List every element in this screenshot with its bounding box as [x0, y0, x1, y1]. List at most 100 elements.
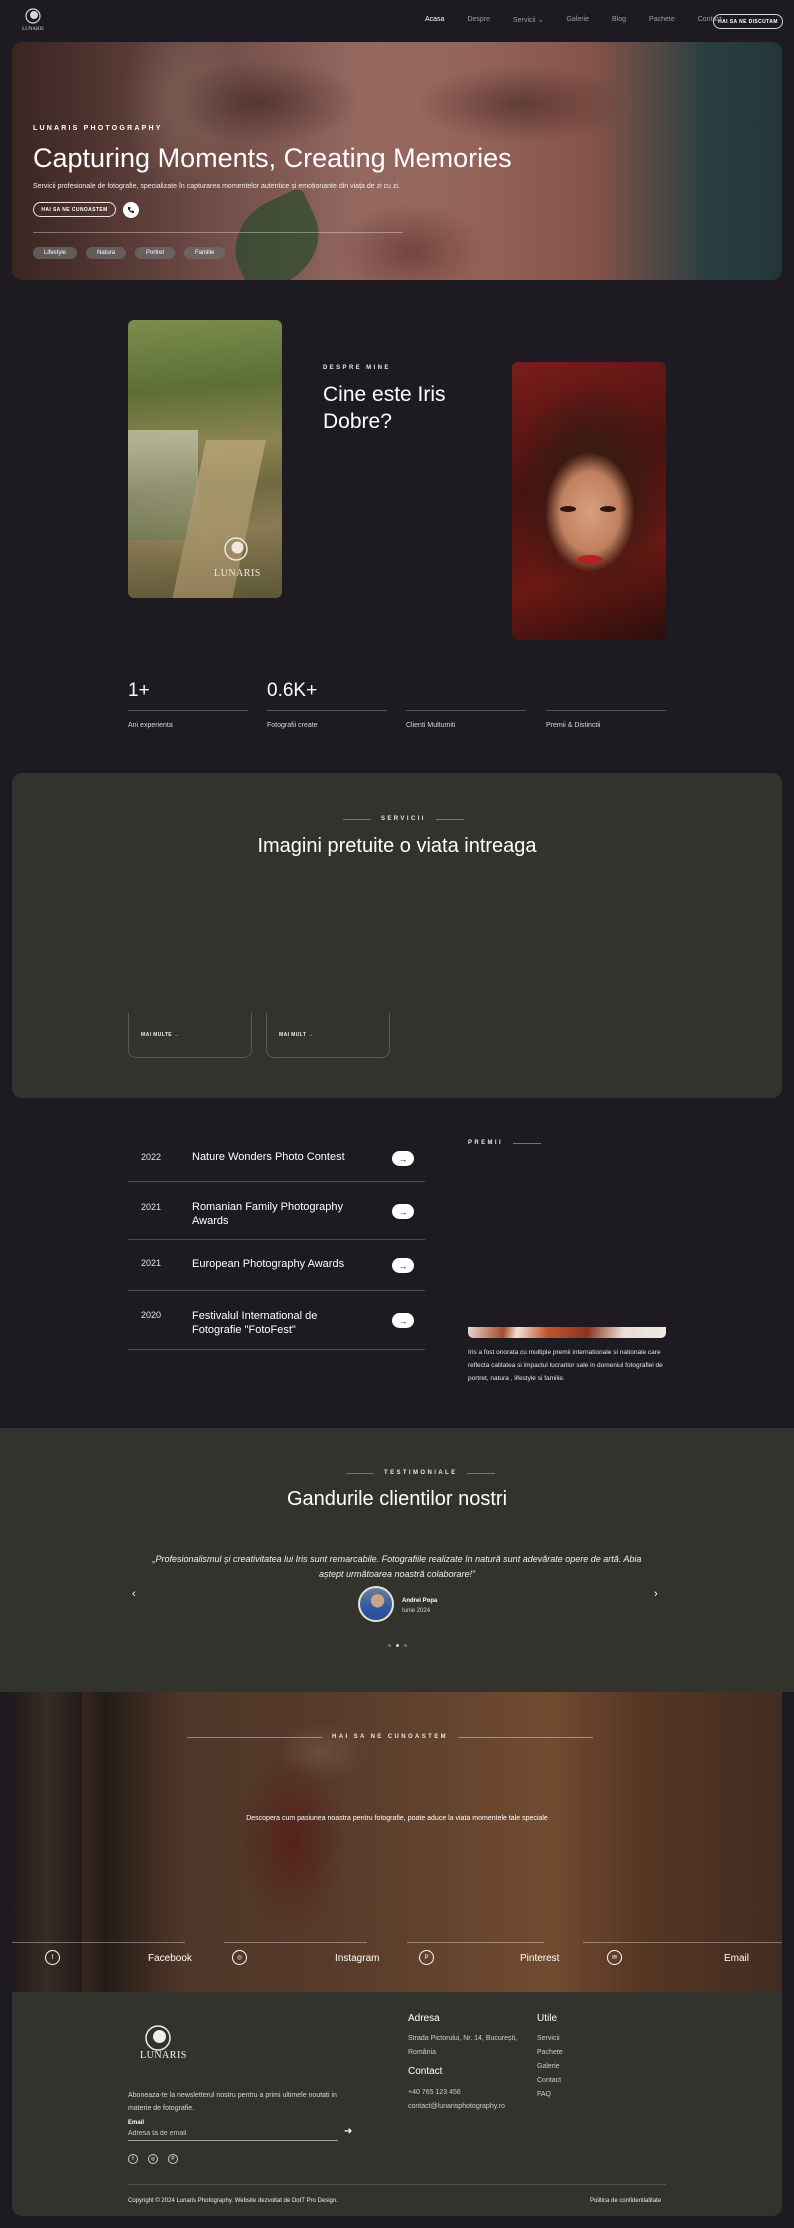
hero-tags: Lifestyle Natura Portret Familie	[33, 247, 226, 259]
chevron-right-icon[interactable]: ›	[654, 1588, 658, 1600]
carousel-dots	[388, 1644, 407, 1647]
about-eyebrow: DESPRE MINE	[323, 365, 391, 371]
nav-link-despre[interactable]: Despre	[467, 16, 490, 24]
stat-value: 0.6K+	[267, 680, 318, 701]
footer-logo-text: LUNARIS	[140, 2050, 187, 2061]
services-title: Imagini pretuite o viata intreaga	[257, 835, 537, 857]
arrow-right-icon: →	[398, 1260, 408, 1271]
testimonial-date: Iunie 2024	[402, 1608, 431, 1614]
service-card[interactable]: MAI MULTE →	[128, 1013, 252, 1058]
logo[interactable]: LUNARIS	[20, 6, 46, 32]
pinterest-icon: P	[419, 1950, 434, 1965]
footer-link-servicii[interactable]: Servicii	[537, 2032, 563, 2046]
nav-link-servicii[interactable]: Servicii ⌄	[513, 16, 543, 24]
hero-cta-button[interactable]: HAI SA NE CUNOASTEM	[33, 202, 116, 217]
logo-text: LUNARIS	[22, 27, 44, 32]
phone-button[interactable]	[123, 202, 139, 218]
social-pinterest[interactable]: P Pinterest	[419, 1950, 579, 1968]
facebook-icon[interactable]: f	[128, 2154, 138, 2164]
footer-link-galerie[interactable]: Galerie	[537, 2060, 563, 2074]
about-portrait-image	[512, 362, 666, 640]
email-text[interactable]: contact@lunarisphotography.ro	[408, 2100, 505, 2114]
hero-subtitle: Servicii profesionale de fotografie, spe…	[33, 183, 400, 190]
footer-link-pachete[interactable]: Pachete	[537, 2046, 563, 2060]
footer-link-faq[interactable]: FAQ	[537, 2088, 563, 2102]
carousel-dot[interactable]	[404, 1644, 407, 1647]
award-item: 2021 Romanian Family Photography Awards …	[128, 1182, 425, 1240]
arrow-right-icon[interactable]: ➜	[344, 2126, 352, 2137]
footer-socials: f ◎ P	[128, 2154, 178, 2164]
pinterest-icon[interactable]: P	[168, 2154, 178, 2164]
arrow-right-icon: →	[398, 1206, 408, 1217]
testimonials-title: Gandurile clientilor nostri	[286, 1488, 508, 1510]
services-eyebrow-text: SERVICII	[381, 816, 426, 822]
testimonial-quote: „Profesionalismul și creativitatea lui I…	[152, 1554, 642, 1579]
social-label: Pinterest	[520, 1953, 560, 1964]
tag-lifestyle[interactable]: Lifestyle	[33, 247, 78, 259]
award-year: 2020	[141, 1310, 162, 1320]
carousel-dot[interactable]	[396, 1644, 399, 1647]
stat-awards: Premii & Distinctii	[546, 680, 666, 729]
footer: LUNARIS Aboneaza-te la newsletterul nost…	[12, 1992, 782, 2216]
email-icon: ✉	[607, 1950, 622, 1965]
banner-text: Descopera cum pasiunea noastra pentru fo…	[246, 1815, 548, 1822]
instagram-icon[interactable]: ◎	[148, 2154, 158, 2164]
tag-familie[interactable]: Familie	[184, 247, 226, 259]
award-year: 2022	[141, 1152, 162, 1162]
award-arrow-button[interactable]: →	[392, 1258, 414, 1273]
award-arrow-button[interactable]: →	[392, 1204, 414, 1219]
stat-label: Ani experienta	[128, 722, 173, 729]
address-text: Strada Pictorului, Nr. 14, București, Ro…	[408, 2035, 517, 2056]
awards-description: Iris a fost onorata cu multiple premii i…	[468, 1349, 663, 1382]
avatar	[358, 1586, 394, 1622]
chevron-left-icon[interactable]: ‹	[132, 1588, 136, 1600]
awards-image	[468, 1327, 666, 1338]
instagram-icon: ◎	[232, 1950, 247, 1965]
stat-label: Clienti Multumiti	[406, 722, 456, 729]
social-facebook[interactable]: f Facebook	[45, 1950, 205, 1968]
nav-link-blog[interactable]: Blog	[612, 16, 626, 24]
arrow-right-icon: →	[398, 1315, 408, 1326]
banner-eyebrow-text: HAI SA NE CUNOASTEM	[332, 1734, 449, 1740]
award-name: Festivalul International de Fotografie "…	[192, 1310, 318, 1336]
social-label: Email	[724, 1953, 750, 1964]
award-arrow-button[interactable]: →	[392, 1313, 414, 1328]
useful-links: Servicii Pachete Galerie Contact FAQ	[537, 2032, 563, 2102]
nav-link-acasa[interactable]: Acasa	[425, 16, 444, 24]
stat-label: Premii & Distinctii	[546, 722, 601, 729]
privacy-link[interactable]: Politica de confidentialitate	[590, 2198, 661, 2204]
award-arrow-button[interactable]: →	[392, 1151, 414, 1166]
hero: LUNARIS PHOTOGRAPHY Capturing Moments, C…	[12, 42, 782, 280]
footer-link-contact[interactable]: Contact	[537, 2074, 563, 2088]
stat-clients: Clienti Multumiti	[406, 680, 526, 729]
nav-link-galerie[interactable]: Galerie	[566, 16, 589, 24]
tag-portret[interactable]: Portret	[135, 247, 176, 259]
stat-photos: 0.6K+ Fotografii create	[267, 680, 387, 729]
facebook-icon: f	[45, 1950, 60, 1965]
nav-cta-button[interactable]: HAI SA NE DISCUTAM	[713, 14, 783, 29]
logo-moon-icon: LUNARIS	[22, 8, 44, 32]
arrow-right-icon: →	[398, 1153, 408, 1164]
service-more-link[interactable]: MAI MULTE →	[141, 1032, 179, 1038]
award-year: 2021	[141, 1202, 162, 1212]
social-label: Instagram	[335, 1953, 380, 1964]
awards-eyebrow-text: PREMII	[468, 1140, 504, 1146]
awards-eyebrow: PREMII	[468, 1140, 542, 1146]
social-email[interactable]: ✉ Email	[607, 1950, 777, 1968]
testimonials-section: TESTIMONIALE Gandurile clientilor nostri…	[0, 1428, 794, 1692]
award-name: Romanian Family Photography Awards	[192, 1201, 344, 1227]
social-instagram[interactable]: ◎ Instagram	[232, 1950, 392, 1968]
phone-text[interactable]: +40 765 123 456	[408, 2086, 461, 2100]
testimonial-author: Andrei Popa	[402, 1598, 438, 1604]
useful-heading: Utile	[537, 2013, 558, 2024]
tag-natura[interactable]: Natura	[86, 247, 127, 259]
nav-link-pachete[interactable]: Pachete	[649, 16, 675, 24]
service-more-link[interactable]: MAI MULT →	[279, 1032, 313, 1038]
carousel-dot[interactable]	[388, 1644, 391, 1647]
services-section: SERVICII Imagini pretuite o viata intrea…	[12, 773, 782, 1098]
service-card[interactable]: MAI MULT →	[266, 1013, 390, 1058]
phone-icon	[128, 207, 134, 213]
nav-link-servicii-label: Servicii	[513, 17, 536, 24]
copyright: Copyright © 2024 Lunaris Photography. We…	[128, 2198, 338, 2204]
email-field[interactable]	[128, 2127, 338, 2141]
